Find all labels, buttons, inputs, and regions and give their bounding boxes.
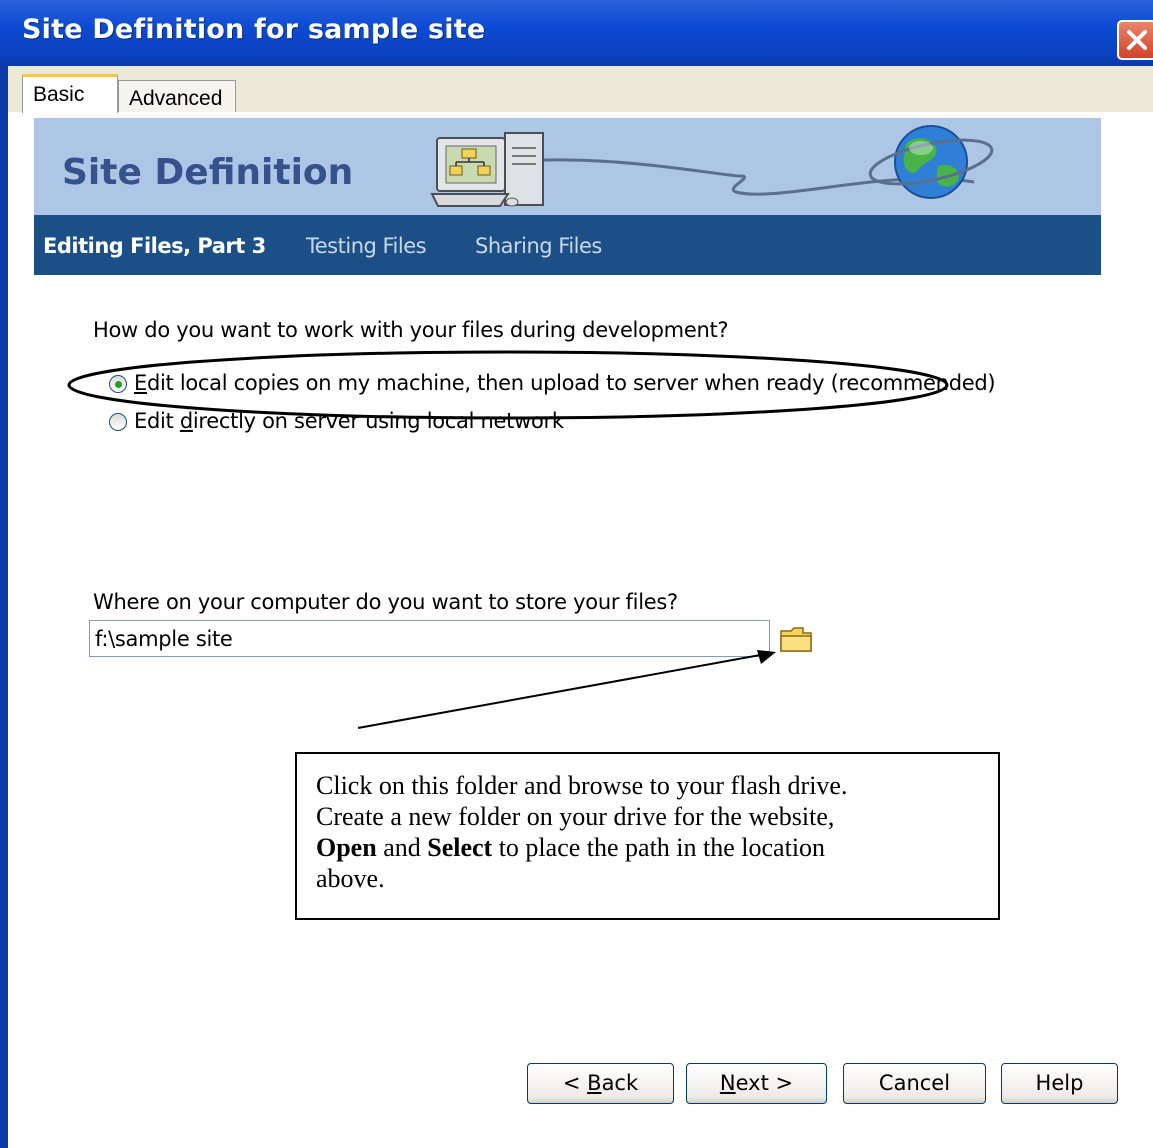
help-button[interactable]: Help	[1001, 1063, 1118, 1104]
radio-edit-local[interactable]	[109, 375, 127, 393]
callout-line: Click on this folder and browse to your …	[316, 771, 848, 800]
browse-folder-button[interactable]	[779, 624, 813, 654]
callout-text: to place the path in the location	[492, 833, 826, 862]
site-definition-banner: Site Definition	[34, 118, 1101, 215]
wizard-steps: Editing Files, Part 3 Testing Files Shar…	[34, 215, 1101, 275]
folder-icon	[780, 627, 812, 652]
location-question: Where on your computer do you want to st…	[93, 590, 678, 614]
radio-edit-direct[interactable]	[109, 413, 127, 431]
option-edit-local-label[interactable]: Edit local copies on my machine, then up…	[134, 371, 996, 395]
instruction-callout: Click on this folder and browse to your …	[295, 752, 1000, 920]
option-edit-direct-label[interactable]: Edit directly on server using local netw…	[134, 409, 564, 433]
banner-graphic	[430, 125, 994, 207]
callout-line: above.	[316, 864, 385, 893]
callout-select-word: Select	[427, 833, 493, 862]
option-text: Edit	[134, 409, 180, 433]
local-root-folder-value: f:\sample site	[95, 627, 233, 651]
tab-basic[interactable]: Basic	[22, 74, 118, 113]
step-testing-files: Testing Files	[306, 234, 427, 258]
callout-open-word: Open	[316, 833, 377, 862]
title-bar: Site Definition for sample site	[0, 0, 1153, 66]
button-text: <	[562, 1071, 588, 1095]
local-root-folder-input[interactable]: f:\sample site	[89, 620, 770, 657]
radio-selected-dot	[115, 381, 122, 388]
mnemonic: N	[719, 1071, 736, 1095]
back-button[interactable]: < Back	[527, 1063, 674, 1104]
tab-strip: Basic Advanced	[8, 66, 1153, 113]
callout-line: Open and Select to place the path in the…	[316, 832, 982, 863]
window-title: Site Definition for sample site	[22, 14, 486, 45]
site-definition-dialog: Site Definition for sample site Basic Ad…	[0, 0, 1153, 1148]
computer-icon	[430, 132, 544, 207]
button-text: ext >	[735, 1071, 794, 1095]
button-text: ack	[601, 1071, 639, 1095]
mnemonic: E	[134, 371, 147, 395]
globe-icon	[868, 125, 994, 199]
mnemonic: d	[179, 409, 193, 433]
cancel-button[interactable]: Cancel	[843, 1063, 986, 1104]
window-border	[0, 66, 8, 1148]
mnemonic: B	[587, 1071, 602, 1095]
work-question: How do you want to work with your files …	[93, 318, 729, 342]
callout-line: Create a new folder on your drive for th…	[316, 802, 835, 831]
step-editing-files: Editing Files, Part 3	[43, 234, 266, 258]
next-button[interactable]: Next >	[686, 1063, 827, 1104]
tab-advanced[interactable]: Advanced	[118, 80, 236, 112]
option-text: dit local copies on my machine, then upl…	[146, 371, 996, 395]
close-button[interactable]	[1117, 20, 1153, 60]
step-sharing-files: Sharing Files	[475, 234, 602, 258]
option-text: irectly on server using local network	[192, 409, 564, 433]
callout-text: and	[376, 833, 428, 862]
close-icon	[1127, 30, 1147, 50]
